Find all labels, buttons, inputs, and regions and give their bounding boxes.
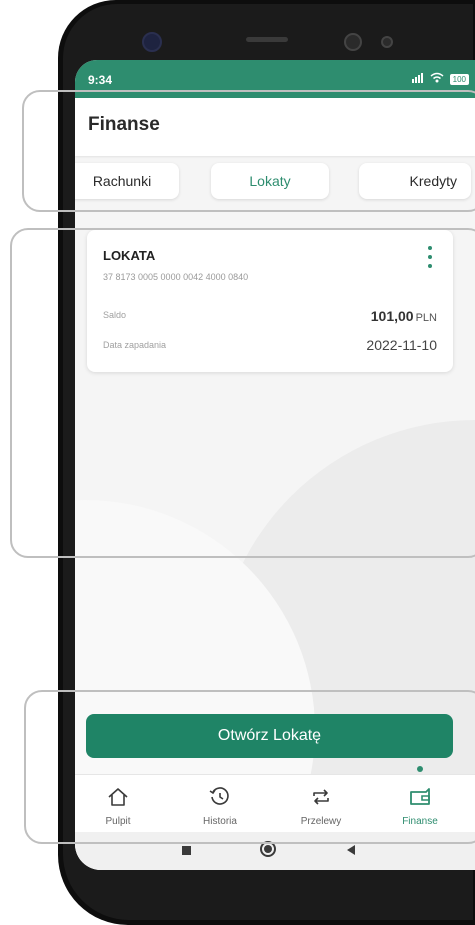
front-camera — [142, 32, 162, 52]
battery-icon: 100 — [449, 73, 469, 85]
status-time: 9:34 — [88, 73, 113, 87]
callout-deposit-list — [10, 228, 475, 558]
light-sensor — [381, 36, 393, 48]
recents-icon[interactable] — [182, 846, 191, 855]
earpiece-speaker — [246, 37, 288, 42]
callout-header-tabs — [22, 90, 475, 212]
signal-icon — [410, 72, 424, 86]
back-icon[interactable] — [347, 845, 355, 855]
wifi-icon — [430, 72, 444, 86]
callout-bottom-actions — [24, 690, 475, 844]
status-icons: 100 — [410, 72, 469, 86]
proximity-sensor — [344, 33, 362, 51]
